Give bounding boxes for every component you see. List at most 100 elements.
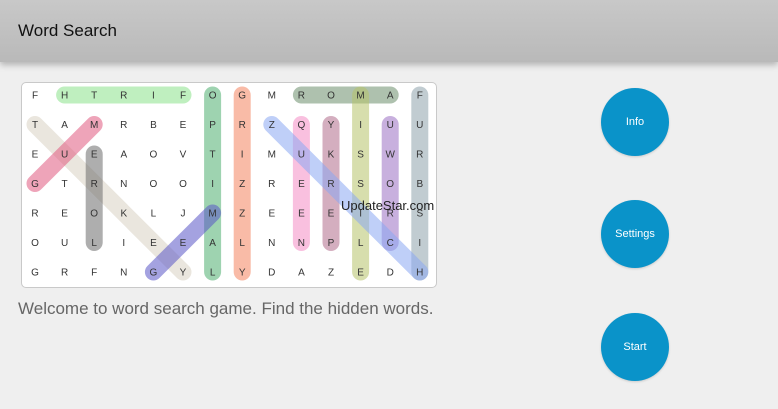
grid-letter[interactable]: O <box>31 238 39 249</box>
grid-letter[interactable]: Z <box>328 268 334 279</box>
grid-letter[interactable]: A <box>61 120 68 131</box>
grid-letter[interactable]: R <box>91 179 98 190</box>
grid-letter[interactable]: W <box>385 150 395 161</box>
grid-letter[interactable]: S <box>357 179 364 190</box>
grid-letter[interactable]: Q <box>298 120 306 131</box>
grid-letter[interactable]: U <box>416 120 423 131</box>
grid-letter[interactable]: Y <box>239 268 246 279</box>
grid-letter[interactable]: M <box>268 91 276 102</box>
grid-letter[interactable]: N <box>120 179 127 190</box>
grid-letter[interactable]: T <box>62 179 68 190</box>
grid-letter[interactable]: L <box>151 209 157 220</box>
info-button[interactable]: Info <box>601 88 669 156</box>
word-search-grid[interactable]: F H T R I F O G M R O M A F T A M R B E P R Z Q Y I U U E U E A O V T I M U K S… <box>22 83 436 287</box>
grid-letter[interactable]: O <box>90 209 98 220</box>
grid-letter[interactable]: L <box>210 268 216 279</box>
grid-letter[interactable]: E <box>150 238 157 249</box>
grid-letter[interactable]: Y <box>328 120 335 131</box>
grid-letter[interactable]: A <box>120 150 127 161</box>
grid-letter[interactable]: E <box>61 209 68 220</box>
grid-letter[interactable]: N <box>268 238 275 249</box>
grid-letter[interactable]: G <box>238 91 246 102</box>
grid-letter[interactable]: T <box>91 91 97 102</box>
word-search-board[interactable]: F H T R I F O G M R O M A F T A M R B E P R Z Q Y I U U E U E A O V T I M U K S… <box>21 82 437 288</box>
grid-letter[interactable]: O <box>209 91 217 102</box>
grid-letter[interactable]: R <box>31 209 38 220</box>
grid-letter[interactable]: L <box>91 238 97 249</box>
grid-letter[interactable]: E <box>32 150 39 161</box>
grid-letter[interactable]: A <box>387 91 394 102</box>
grid-letter[interactable]: J <box>181 209 186 220</box>
grid-letter[interactable]: B <box>150 120 157 131</box>
grid-letter[interactable]: M <box>90 120 98 131</box>
grid-letter[interactable]: R <box>416 150 423 161</box>
grid-letter[interactable]: I <box>152 91 155 102</box>
grid-letter[interactable]: E <box>180 238 187 249</box>
grid-letter[interactable]: I <box>418 238 421 249</box>
grid-letter[interactable]: M <box>208 209 216 220</box>
grid-letter[interactable]: I <box>241 150 244 161</box>
grid-letter[interactable]: M <box>268 150 276 161</box>
grid-letter[interactable]: Y <box>180 268 187 279</box>
grid-letter[interactable]: I <box>359 120 362 131</box>
grid-letter[interactable]: E <box>298 179 305 190</box>
grid-letter[interactable]: E <box>328 209 335 220</box>
grid-letter[interactable]: L <box>358 238 364 249</box>
grid-letter[interactable]: T <box>32 120 38 131</box>
settings-button[interactable]: Settings <box>601 200 669 268</box>
grid-letter[interactable]: R <box>61 268 68 279</box>
grid-letter[interactable]: N <box>120 268 127 279</box>
grid-letter[interactable]: R <box>120 91 127 102</box>
grid-letter[interactable]: B <box>416 179 423 190</box>
grid-letter[interactable]: Z <box>269 120 275 131</box>
grid-letter[interactable]: N <box>298 238 305 249</box>
grid-letter[interactable]: V <box>180 150 187 161</box>
grid-letter[interactable]: K <box>120 209 127 220</box>
start-button[interactable]: Start <box>601 313 669 381</box>
grid-letter[interactable]: O <box>179 179 187 190</box>
grid-letter[interactable]: E <box>268 209 275 220</box>
grid-letter[interactable]: A <box>298 268 305 279</box>
grid-letter[interactable]: F <box>91 268 97 279</box>
grid-letter[interactable]: R <box>268 179 275 190</box>
grid-letter[interactable]: U <box>298 150 305 161</box>
grid-letter[interactable]: L <box>239 238 245 249</box>
grid-letter[interactable]: O <box>150 179 158 190</box>
grid-letter[interactable]: O <box>327 91 335 102</box>
grid-letter[interactable]: P <box>209 120 216 131</box>
grid-letter[interactable]: A <box>209 238 216 249</box>
grid-letter[interactable]: F <box>417 91 423 102</box>
grid-letter[interactable]: R <box>120 120 127 131</box>
grid-letter[interactable]: H <box>61 91 68 102</box>
grid-letter[interactable]: U <box>61 150 68 161</box>
grid-letter[interactable]: Z <box>239 209 245 220</box>
grid-letter[interactable]: F <box>32 91 38 102</box>
grid-letter[interactable]: P <box>328 238 335 249</box>
grid-letter[interactable]: H <box>416 268 423 279</box>
grid-letter[interactable]: R <box>239 120 246 131</box>
grid-letter[interactable]: C <box>387 238 394 249</box>
grid-letter[interactable]: I <box>211 179 214 190</box>
grid-letter[interactable]: M <box>356 91 364 102</box>
grid-letter[interactable]: E <box>298 209 305 220</box>
grid-letter[interactable]: E <box>91 150 98 161</box>
grid-letter[interactable]: E <box>357 268 364 279</box>
grid-letter[interactable]: K <box>328 150 335 161</box>
grid-letter[interactable]: F <box>180 91 186 102</box>
grid-letter[interactable]: O <box>386 179 394 190</box>
grid-letter[interactable]: G <box>31 179 39 190</box>
grid-letter[interactable]: D <box>268 268 275 279</box>
grid-letter[interactable]: G <box>31 268 39 279</box>
grid-letter[interactable]: R <box>327 179 334 190</box>
grid-letter[interactable]: R <box>298 91 305 102</box>
grid-letter[interactable]: O <box>150 150 158 161</box>
grid-letter[interactable]: I <box>122 238 125 249</box>
grid-letter[interactable]: G <box>150 268 158 279</box>
grid-letter[interactable]: T <box>210 150 216 161</box>
grid-letter[interactable]: D <box>387 268 394 279</box>
grid-letter[interactable]: E <box>180 120 187 131</box>
grid-letter[interactable]: U <box>387 120 394 131</box>
grid-letter[interactable]: Z <box>239 179 245 190</box>
grid-letter[interactable]: S <box>357 150 364 161</box>
grid-letter[interactable]: U <box>61 238 68 249</box>
